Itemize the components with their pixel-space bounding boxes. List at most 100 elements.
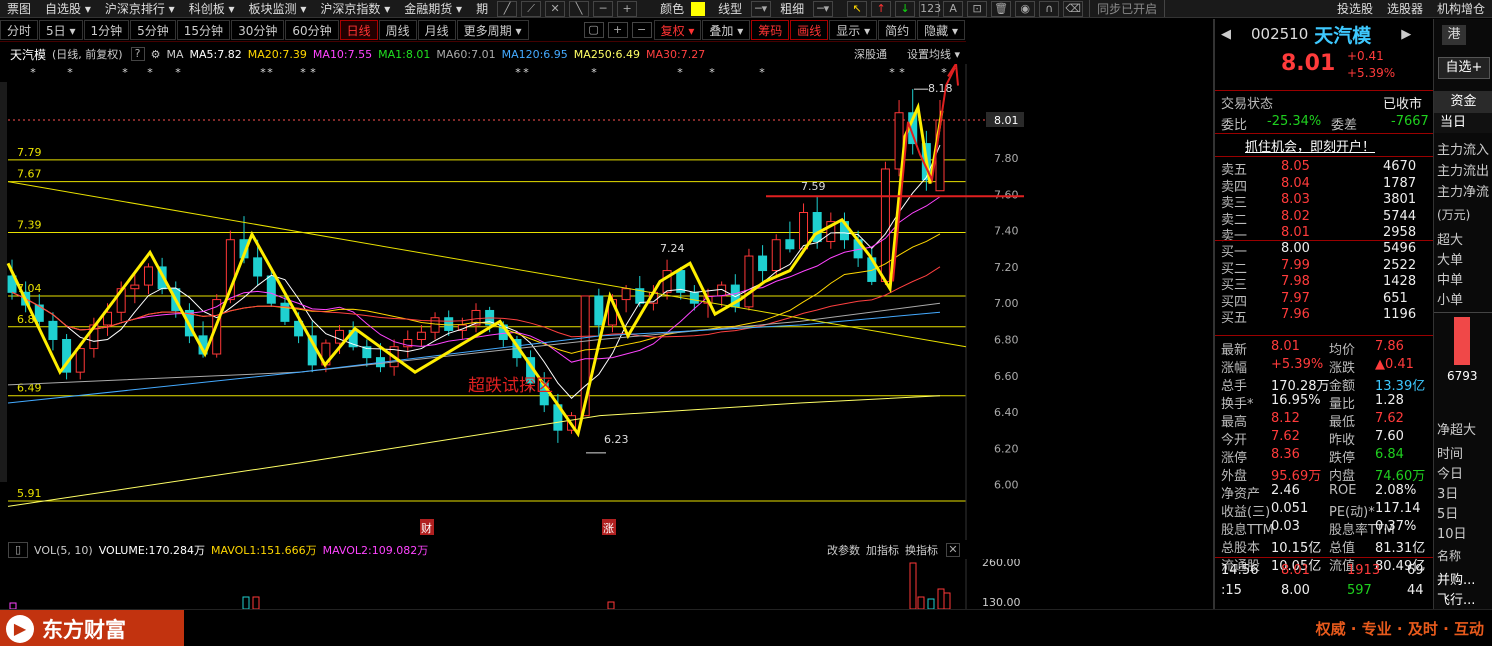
settings-icon[interactable]: ⚙: [151, 48, 161, 61]
menu-item-sector[interactable]: 板块监测 ▾: [242, 0, 314, 17]
event-marker[interactable]: *: [300, 66, 306, 79]
tab-60min[interactable]: 60分钟: [285, 20, 339, 40]
event-marker[interactable]: *: [260, 66, 266, 79]
ma-settings-button[interactable]: 设置均线 ▾: [907, 46, 960, 62]
news-item-1[interactable]: 并购...: [1437, 569, 1475, 588]
draw-cross-icon[interactable]: ✕: [545, 0, 566, 17]
color-swatch[interactable]: [691, 1, 706, 16]
menu-item-futures[interactable]: 金融期货 ▾: [397, 0, 469, 17]
tab-5day[interactable]: 5日 ▾: [39, 20, 83, 40]
window-icon[interactable]: ▢: [583, 22, 604, 38]
zoom-out-icon[interactable]: −: [631, 22, 652, 38]
candle-body[interactable]: [771, 239, 781, 272]
event-marker[interactable]: *: [515, 66, 521, 79]
tab-weekly[interactable]: 周线: [378, 20, 417, 40]
tab-15min[interactable]: 15分钟: [176, 20, 231, 40]
arrow-down-icon[interactable]: ↓: [895, 0, 916, 17]
event-marker[interactable]: *: [591, 66, 597, 79]
help-icon[interactable]: ?: [130, 47, 145, 61]
tab-daily[interactable]: 日线: [339, 20, 378, 40]
kline-chart[interactable]: 7.797.677.397.046.876.495.91 8.017.807.6…: [0, 64, 1024, 540]
fuquan-button[interactable]: 复权 ▾: [653, 20, 702, 40]
news-item-2[interactable]: 飞行...: [1437, 589, 1475, 608]
magnet-icon[interactable]: ∩: [1039, 0, 1060, 17]
menu-item-watchlist[interactable]: 自选股 ▾: [38, 0, 98, 17]
candle-body[interactable]: [280, 302, 290, 322]
event-marker[interactable]: *: [889, 66, 895, 79]
hide-button[interactable]: 隐藏 ▾: [917, 20, 965, 40]
event-marker[interactable]: *: [267, 66, 273, 79]
candle-body[interactable]: [130, 284, 140, 290]
event-marker[interactable]: *: [30, 66, 36, 79]
event-marker[interactable]: *: [147, 66, 153, 79]
shengutong-button[interactable]: 深股通: [854, 46, 887, 62]
draw-segment-icon[interactable]: ╲: [569, 0, 590, 17]
candle-body[interactable]: [744, 255, 754, 308]
simple-button[interactable]: 简约: [878, 20, 917, 40]
draw-ray-icon[interactable]: ⟋: [521, 0, 542, 17]
candle-body[interactable]: [143, 266, 153, 286]
menu-item-stock-pick[interactable]: 投选股: [1330, 0, 1380, 17]
draw-button[interactable]: 画线: [790, 20, 829, 40]
tab-30min[interactable]: 30分钟: [231, 20, 285, 40]
line-style-dropdown-icon[interactable]: ─▾: [751, 0, 772, 17]
candle-body[interactable]: [48, 320, 58, 340]
lock-icon[interactable]: ⊡: [967, 0, 988, 17]
add-icon[interactable]: +: [617, 0, 638, 17]
candle-body[interactable]: [75, 348, 85, 373]
pointer-icon[interactable]: ↖: [847, 0, 868, 17]
candle-body[interactable]: [266, 275, 276, 304]
edit-params-button[interactable]: 改参数: [827, 542, 860, 558]
open-account-banner[interactable]: 抓住机会，即刻开户！: [1245, 136, 1375, 155]
event-marker[interactable]: *: [709, 66, 715, 79]
candle-body[interactable]: [758, 255, 768, 272]
display-button[interactable]: 显示 ▾: [829, 20, 878, 40]
candle-body[interactable]: [799, 212, 809, 250]
sync-button[interactable]: 同步已开启: [1089, 0, 1166, 17]
collapse-icon[interactable]: ▯: [8, 542, 28, 558]
draw-line-icon[interactable]: ╱: [497, 0, 518, 17]
eye-icon[interactable]: ◉: [1015, 0, 1036, 17]
candle-body[interactable]: [416, 331, 426, 340]
chips-button[interactable]: 筹码: [751, 20, 790, 40]
menu-item-star-market[interactable]: 科创板 ▾: [182, 0, 242, 17]
event-marker[interactable]: *: [122, 66, 128, 79]
candle-body[interactable]: [689, 291, 699, 304]
candle-body[interactable]: [594, 295, 604, 326]
event-marker[interactable]: *: [523, 66, 529, 79]
event-marker[interactable]: *: [67, 66, 73, 79]
menu-item-screener[interactable]: 选股器: [1380, 0, 1430, 17]
eraser-icon[interactable]: ⌫: [1063, 0, 1084, 17]
next-stock-icon[interactable]: ▶: [1401, 27, 1411, 42]
prev-stock-icon[interactable]: ◀: [1221, 27, 1231, 42]
volume-chart[interactable]: 260.00 130.00: [0, 559, 1024, 609]
menu-item-index[interactable]: 沪深京指数 ▾: [313, 0, 397, 17]
event-marker[interactable]: *: [941, 66, 947, 79]
tab-more-periods[interactable]: 更多周期 ▾: [456, 20, 529, 40]
arrow-up-icon[interactable]: ↑: [871, 0, 892, 17]
event-marker[interactable]: *: [677, 66, 683, 79]
candle-body[interactable]: [430, 317, 440, 333]
switch-indicator-button[interactable]: 换指标: [905, 542, 938, 558]
event-marker[interactable]: *: [899, 66, 905, 79]
event-marker[interactable]: *: [310, 66, 316, 79]
add-watch-button[interactable]: 自选+: [1438, 57, 1490, 79]
tab-monthly[interactable]: 月线: [417, 20, 456, 40]
candle-body[interactable]: [785, 239, 795, 250]
today-tab[interactable]: 当日: [1434, 113, 1492, 133]
draw-hline-icon[interactable]: ─: [593, 0, 614, 17]
menu-item-ranking[interactable]: 沪深京排行 ▾: [98, 0, 182, 17]
candle-body[interactable]: [335, 329, 345, 344]
hk-button[interactable]: 港: [1442, 25, 1466, 45]
event-marker[interactable]: *: [175, 66, 181, 79]
text-icon[interactable]: A: [943, 0, 964, 17]
add-indicator-button[interactable]: 加指标: [866, 542, 899, 558]
number-icon[interactable]: 123: [919, 0, 941, 17]
menu-item-chart[interactable]: 票图: [0, 0, 38, 17]
thickness-dropdown-icon[interactable]: ─▾: [813, 0, 834, 17]
menu-item-inst-holding[interactable]: 机构增仓: [1430, 0, 1492, 17]
tab-1min[interactable]: 1分钟: [83, 20, 130, 40]
fund-tab[interactable]: 资金: [1434, 91, 1492, 113]
event-marker[interactable]: *: [759, 66, 765, 79]
overlay-button[interactable]: 叠加 ▾: [702, 20, 751, 40]
